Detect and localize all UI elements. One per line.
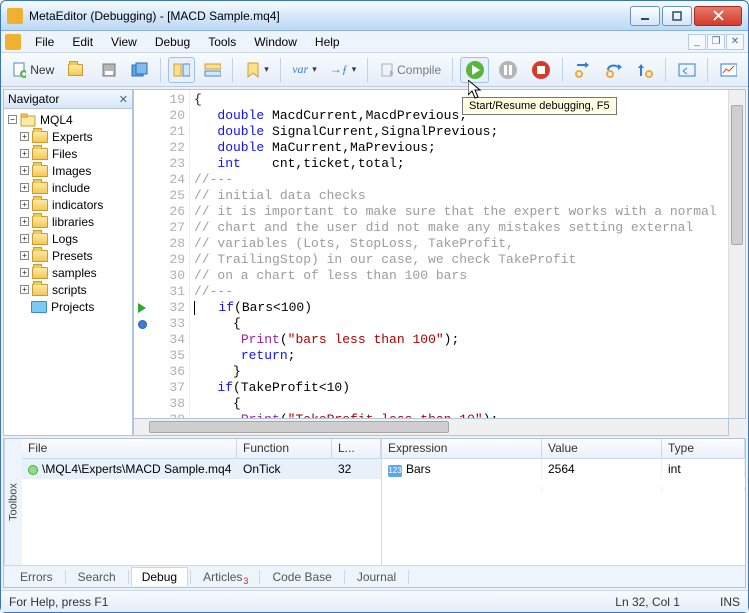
stack-frame-icon [28,465,38,475]
mdi-close-button[interactable]: ✕ [726,34,744,50]
status-position: Ln 32, Col 1 [615,595,680,609]
new-label: New [30,63,54,77]
debug-pause-button[interactable] [493,57,522,83]
watch-hdr-type[interactable]: Type [662,439,745,458]
tree-item-experts[interactable]: +Experts [6,128,130,145]
mdi-minimize-button[interactable]: _ [688,34,706,50]
tree-item-presets[interactable]: +Presets [6,247,130,264]
tree-item-indicators[interactable]: +indicators [6,196,130,213]
tab-debug[interactable]: Debug [131,567,188,586]
var-button[interactable]: var▾ [288,57,322,83]
app-small-icon [5,34,21,50]
editor-vscroll[interactable] [728,90,745,418]
stack-hdr-file[interactable]: File [22,439,237,458]
mdi-restore-button[interactable]: ❐ [707,34,725,50]
code-area[interactable]: { double MacdCurrent,MacdPrevious; doubl… [190,90,728,418]
code-editor[interactable]: 1920212223242526272829303132333435363738… [133,89,746,419]
window-title: MetaEditor (Debugging) - [MACD Sample.mq… [29,9,280,23]
toolbox-tabs: Errors Search Debug Articles3 Code Base … [4,565,745,587]
editor-gutter[interactable]: 1920212223242526272829303132333435363738… [150,90,190,418]
watch-row-empty[interactable] [382,479,745,499]
tab-search[interactable]: Search [68,568,126,586]
watch-hdr-expr[interactable]: Expression [382,439,542,458]
terminal-button[interactable] [673,57,700,83]
editor-hscroll[interactable] [133,419,729,436]
toolbox-label: Toolbox [4,439,22,565]
open-button[interactable] [63,57,92,83]
fn-button[interactable]: →ƒ▾ [325,57,360,83]
minimize-button[interactable] [630,6,660,26]
navigator-tree[interactable]: − MQL4 +Experts+Files+Images+include+ind… [4,109,132,435]
save-button[interactable] [96,57,122,83]
navigator-title: Navigator [8,92,59,106]
new-button[interactable]: New [7,57,59,83]
tree-item-libraries[interactable]: +libraries [6,213,130,230]
navigator-close-button[interactable]: ✕ [119,93,128,106]
nav-group1[interactable] [168,57,195,83]
watch-panel: Expression Value Type 123Bars 2564 int [382,439,745,565]
folder-icon [32,148,48,160]
bookmark-button[interactable]: ▾ [240,57,274,83]
expr-icon: 123 [388,465,402,477]
tree-item-files[interactable]: +Files [6,145,130,162]
app-icon [7,8,23,24]
menu-edit[interactable]: Edit [64,33,101,51]
folder-icon [32,199,48,211]
status-help: For Help, press F1 [9,595,108,609]
menu-file[interactable]: File [27,33,62,51]
debug-start-button[interactable] [460,57,489,83]
step-over-button[interactable] [601,57,628,83]
tree-item-samples[interactable]: +samples [6,264,130,281]
stack-hdr-line[interactable]: L... [332,439,381,458]
chart-button[interactable] [715,57,742,83]
watch-row[interactable]: 123Bars 2564 int [382,459,745,479]
tab-journal[interactable]: Journal [347,568,406,586]
tree-item-logs[interactable]: +Logs [6,230,130,247]
step-into-button[interactable] [570,57,597,83]
tree-item-include[interactable]: +include [6,179,130,196]
statusbar: For Help, press F1 Ln 32, Col 1 INS [1,590,748,612]
compile-label: Compile [397,63,441,77]
folder-icon [32,165,48,177]
menu-tools[interactable]: Tools [200,33,244,51]
tree-item-projects[interactable]: Projects [6,298,130,315]
menu-help[interactable]: Help [307,33,348,51]
tab-errors[interactable]: Errors [10,568,63,586]
folder-icon [32,267,48,279]
tab-articles[interactable]: Articles3 [193,568,257,586]
menubar: File Edit View Debug Tools Window Help _… [1,31,748,53]
folder-icon [32,131,48,143]
folder-icon [32,182,48,194]
tree-item-images[interactable]: +Images [6,162,130,179]
tree-root[interactable]: − MQL4 [6,111,130,128]
nav-group2[interactable] [199,57,226,83]
titlebar: MetaEditor (Debugging) - [MACD Sample.mq… [1,1,748,31]
menu-window[interactable]: Window [246,33,305,51]
toolbox-panel: ✕ Toolbox File Function L... \MQL4\Exper… [3,438,746,588]
close-button[interactable] [694,6,742,26]
folder-icon [32,284,48,296]
compile-button[interactable]: Compile [375,57,446,83]
tree-item-scripts[interactable]: +scripts [6,281,130,298]
step-out-button[interactable] [632,57,659,83]
debug-start-tooltip: Start/Resume debugging, F5 [462,97,617,115]
stack-hdr-func[interactable]: Function [237,439,332,458]
callstack-panel: File Function L... \MQL4\Experts\MACD Sa… [22,439,382,565]
folder-icon [32,216,48,228]
watch-hdr-value[interactable]: Value [542,439,662,458]
status-mode: INS [720,595,740,609]
navigator-panel: Navigator ✕ − MQL4 +Experts+Files+Images… [3,89,133,436]
maximize-button[interactable] [662,6,692,26]
stack-row[interactable]: \MQL4\Experts\MACD Sample.mq4 OnTick 32 [22,459,381,479]
toolbar: New ▾ var▾ →ƒ▾ Compile [1,53,748,87]
tab-codebase[interactable]: Code Base [262,568,341,586]
menu-view[interactable]: View [103,33,145,51]
saveall-button[interactable] [126,57,153,83]
project-icon [31,301,47,313]
debug-stop-button[interactable] [526,57,555,83]
menu-debug[interactable]: Debug [147,33,198,51]
folder-icon [32,250,48,262]
folder-icon [32,233,48,245]
